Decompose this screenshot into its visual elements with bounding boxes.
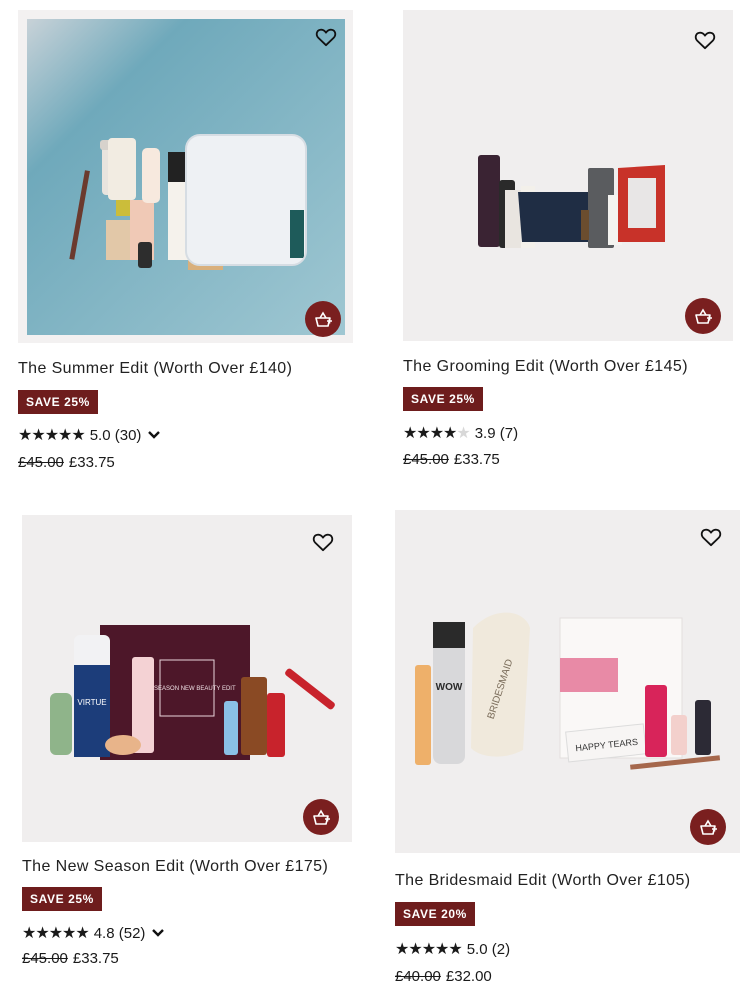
- rating-value: 3.9: [474, 424, 496, 442]
- product-image-art: WOW BRIDESMAID HAPPY TEARS: [415, 612, 721, 770]
- discount-badge: SAVE 25%: [22, 887, 102, 911]
- chevron-down-icon[interactable]: [151, 928, 165, 938]
- product-card: WOW BRIDESMAID HAPPY TEARS The Bridesmai…: [395, 510, 740, 985]
- product-title[interactable]: The Grooming Edit (Worth Over £145): [403, 358, 688, 376]
- product-title[interactable]: The Summer Edit (Worth Over £140): [18, 360, 292, 378]
- rating-row[interactable]: ★★★★★ 5.0 (2): [395, 939, 510, 959]
- wishlist-heart-icon[interactable]: [310, 529, 336, 555]
- sale-price: £33.75: [453, 451, 500, 468]
- rating-row[interactable]: ★★★★★ 3.9 (7): [403, 423, 518, 443]
- price-row: £40.00 £32.00: [395, 968, 492, 985]
- rating-row[interactable]: ★★★★★ 5.0 (30): [18, 425, 161, 445]
- original-price: £45.00: [22, 950, 68, 967]
- sale-price: £32.00: [445, 968, 492, 985]
- rating-row[interactable]: ★★★★★ 4.8 (52): [22, 923, 165, 943]
- discount-badge: SAVE 25%: [403, 387, 483, 411]
- wishlist-heart-icon[interactable]: [692, 27, 718, 53]
- review-count: (30): [114, 426, 142, 444]
- rating-value: 5.0: [89, 426, 111, 444]
- discount-badge: SAVE 20%: [395, 902, 475, 926]
- product-title[interactable]: The Bridesmaid Edit (Worth Over £105): [395, 872, 691, 890]
- price-row: £45.00 £33.75: [22, 950, 119, 967]
- product-image[interactable]: [18, 10, 353, 343]
- product-card: The Summer Edit (Worth Over £140) SAVE 2…: [18, 10, 353, 480]
- original-price: £45.00: [18, 454, 64, 471]
- virtue-label: VIRTUE: [77, 698, 106, 707]
- original-price: £40.00: [395, 968, 441, 985]
- wishlist-heart-icon[interactable]: [698, 524, 724, 550]
- wishlist-heart-icon[interactable]: [313, 24, 339, 50]
- rating-value: 4.8: [93, 924, 115, 942]
- product-card: NEW SEASON NEW BEAUTY EDIT VIRTUE The Ne…: [22, 515, 352, 975]
- review-count: (52): [118, 924, 146, 942]
- add-to-basket-icon[interactable]: [690, 809, 726, 845]
- rating-stars: ★★★★★: [22, 925, 90, 942]
- product-image-art: NEW SEASON NEW BEAUTY EDIT VIRTUE: [50, 625, 335, 760]
- rating-value: 5.0: [466, 940, 488, 958]
- product-image-art: [27, 19, 345, 335]
- product-card: The Grooming Edit (Worth Over £145) SAVE…: [403, 10, 733, 480]
- chevron-down-icon[interactable]: [147, 430, 161, 440]
- product-image[interactable]: WOW BRIDESMAID HAPPY TEARS: [395, 510, 740, 853]
- add-to-basket-icon[interactable]: [305, 301, 341, 337]
- price-row: £45.00 £33.75: [18, 454, 115, 471]
- sale-price: £33.75: [72, 950, 119, 967]
- product-title[interactable]: The New Season Edit (Worth Over £175): [22, 858, 328, 876]
- review-count: (7): [499, 424, 519, 442]
- original-price: £45.00: [403, 451, 449, 468]
- sale-price: £33.75: [68, 454, 115, 471]
- price-row: £45.00 £33.75: [403, 451, 500, 468]
- rating-stars: ★★★★★: [395, 941, 463, 958]
- add-to-basket-icon[interactable]: [685, 298, 721, 334]
- product-image[interactable]: NEW SEASON NEW BEAUTY EDIT VIRTUE: [22, 515, 352, 842]
- rating-stars: ★★★★★: [18, 427, 86, 444]
- product-image[interactable]: [403, 10, 733, 341]
- wow-label: WOW: [436, 682, 463, 693]
- discount-badge: SAVE 25%: [18, 390, 98, 414]
- rating-stars: ★★★★★: [403, 425, 471, 442]
- review-count: (2): [491, 940, 511, 958]
- add-to-basket-icon[interactable]: [303, 799, 339, 835]
- product-image-art: [478, 155, 665, 248]
